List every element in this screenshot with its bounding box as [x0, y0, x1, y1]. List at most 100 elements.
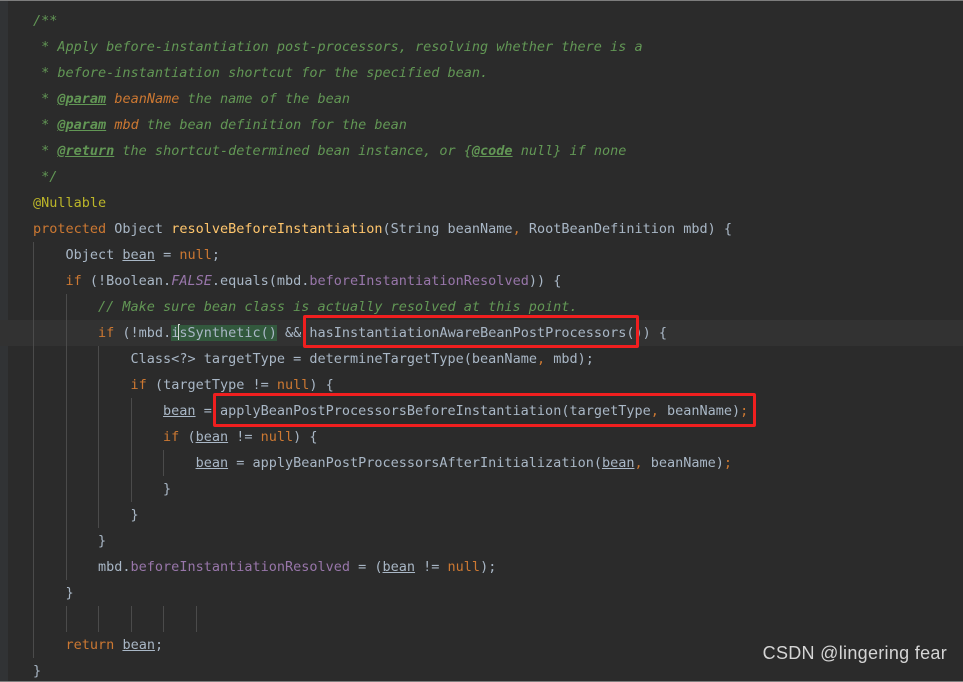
code-token: }: [130, 507, 139, 523]
code-token: ) {: [642, 325, 668, 341]
code-token: Class<?> targetType =: [130, 351, 310, 367]
code-token: null: [276, 377, 310, 393]
code-token: ;: [723, 455, 733, 471]
code-token: (: [179, 429, 196, 445]
code-area[interactable]: /** * Apply before-instantiation post-pr…: [0, 8, 963, 682]
code-token: ,: [536, 351, 546, 367]
code-line[interactable]: }: [0, 502, 963, 528]
code-line[interactable]: */: [0, 164, 963, 190]
code-token: ,: [650, 403, 659, 419]
code-token: */: [33, 169, 58, 185]
code-token: * Apply before-instantiation post-proces…: [33, 39, 643, 55]
code-line[interactable]: @Nullable: [0, 190, 963, 216]
code-line[interactable]: bean = applyBeanPostProcessorsAfterIniti…: [0, 450, 963, 476]
code-token: !=: [415, 559, 448, 575]
code-line[interactable]: mbd.beforeInstantiationResolved = (bean …: [0, 554, 963, 580]
code-line[interactable]: * @param beanName the name of the bean: [0, 86, 963, 112]
code-token: FALSE: [171, 273, 212, 289]
code-token: hasInstantiationAwareBeanPostProcessors(…: [309, 325, 643, 341]
code-line[interactable]: * Apply before-instantiation post-proces…: [0, 34, 963, 60]
code-token: ) {: [293, 429, 318, 445]
code-token: if: [163, 429, 180, 445]
code-line[interactable]: * @return the shortcut-determined bean i…: [0, 138, 963, 164]
code-token: @param: [57, 91, 107, 107]
code-token: bean: [382, 559, 416, 575]
code-token: null} if none: [512, 143, 627, 159]
code-line[interactable]: bean = applyBeanPostProcessorsBeforeInst…: [0, 398, 963, 424]
code-token: if: [98, 325, 115, 341]
code-line[interactable]: /**: [0, 8, 963, 34]
code-token: determineTargetType: [309, 351, 464, 367]
code-token: bean: [601, 455, 635, 471]
code-line[interactable]: * @param mbd the bean definition for the…: [0, 112, 963, 138]
code-token: .equals(mbd.: [211, 273, 310, 289]
code-token: * before-instantiation shortcut for the …: [33, 65, 489, 81]
code-line[interactable]: protected Object resolveBeforeInstantiat…: [0, 216, 963, 242]
code-token: bean: [195, 429, 229, 445]
code-token: RootBeanDefinition mbd) {: [520, 221, 733, 237]
code-token: )) {: [528, 273, 562, 289]
code-token: ,: [512, 221, 521, 237]
code-line[interactable]: // Make sure bean class is actually reso…: [0, 294, 963, 320]
code-token: the name of the bean: [179, 91, 351, 107]
code-token: bean: [122, 637, 155, 653]
code-token: bean: [195, 455, 229, 471]
code-token: applyBeanPostProcessorsBeforeInstantiati…: [219, 403, 651, 419]
code-token: !=: [228, 429, 261, 445]
code-line[interactable]: Object bean = null;: [0, 242, 963, 268]
code-token: ;: [740, 403, 749, 419]
code-token: @return: [57, 143, 115, 159]
code-token: mbd: [114, 117, 139, 133]
code-token: @param: [57, 117, 107, 133]
code-line[interactable]: }: [0, 580, 963, 606]
code-token: (String beanName: [382, 221, 513, 237]
code-token: @code: [471, 143, 513, 159]
code-token: ,: [634, 455, 643, 471]
code-line[interactable]: [0, 606, 963, 632]
code-token: the bean definition for the bean: [138, 117, 407, 133]
code-token: protected: [33, 221, 107, 237]
code-token: /**: [33, 13, 58, 29]
code-token: Object: [106, 221, 172, 237]
code-token: return: [65, 637, 115, 653]
code-token: *: [33, 143, 58, 159]
code-line[interactable]: if (targetType != null) {: [0, 372, 963, 398]
code-line[interactable]: if (bean != null) {: [0, 424, 963, 450]
code-token: beanName): [642, 455, 724, 471]
code-line[interactable]: if (!Boolean.FALSE.equals(mbd.beforeInst…: [0, 268, 963, 294]
code-token: *: [33, 117, 58, 133]
code-token: beanName: [114, 91, 180, 107]
code-token: }: [163, 481, 172, 497]
code-token: }: [65, 585, 74, 601]
code-token: &&: [276, 325, 310, 341]
code-line[interactable]: if (!mbd.isSynthetic() && hasInstantiati…: [0, 320, 963, 346]
code-token: ;: [154, 637, 164, 653]
code-line[interactable]: Class<?> targetType = determineTargetTyp…: [0, 346, 963, 372]
code-token: the shortcut-determined bean instance, o…: [114, 143, 472, 159]
code-token: (!mbd.: [114, 325, 172, 341]
code-token: = (: [350, 559, 383, 575]
code-token: (beanName: [463, 351, 537, 367]
code-token: = applyBeanPostProcessorsAfterInitializa…: [228, 455, 602, 471]
code-line[interactable]: }: [0, 528, 963, 554]
code-token: }: [98, 533, 107, 549]
code-line[interactable]: * before-instantiation shortcut for the …: [0, 60, 963, 86]
code-token: *: [33, 91, 58, 107]
code-line[interactable]: }: [0, 476, 963, 502]
code-token: }: [33, 663, 42, 679]
code-token: bean: [163, 403, 196, 419]
code-token: =: [154, 247, 180, 263]
